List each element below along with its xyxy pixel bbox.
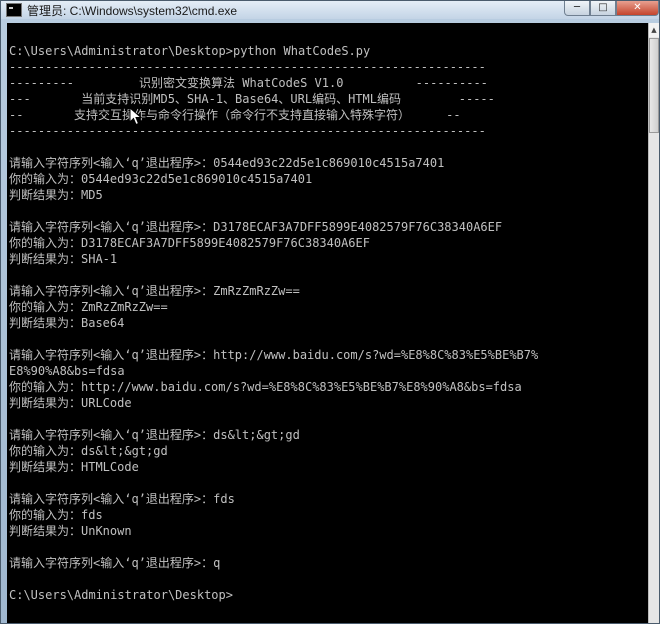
console-line: 判断结果为：HTMLCode: [9, 460, 139, 474]
mouse-cursor-icon: [129, 107, 143, 126]
console-line: E8%90%A8&bs=fdsa: [9, 364, 125, 378]
console-line: ----------------------------------------…: [9, 124, 486, 138]
maximize-button[interactable]: □: [590, 1, 616, 16]
console-output: C:\Users\Administrator\Desktop>python Wh…: [9, 43, 538, 603]
minimize-button[interactable]: ─: [564, 1, 590, 16]
console-line: -- 支持交互操作与命令行操作（命令行不支持直接输入特殊字符） --: [9, 108, 461, 122]
cmd-icon[interactable]: [6, 3, 22, 17]
console-line: 请输入字符序列<输入‘q’退出程序>：ds&lt;&gt;gd: [9, 428, 300, 442]
console-line: 请输入字符序列<输入‘q’退出程序>：fds: [9, 492, 235, 506]
console-line: 你的输入为：fds: [9, 508, 103, 522]
console-line: 你的输入为：http://www.baidu.com/s?wd=%E8%8C%8…: [9, 380, 522, 394]
console-line: 请输入字符序列<输入‘q’退出程序>：ZmRzZmRzZw==: [9, 284, 300, 298]
console-line: 判断结果为：Base64: [9, 316, 125, 330]
scroll-thumb[interactable]: [649, 38, 659, 133]
console-line: --- 当前支持识别MD5、SHA-1、Base64、URL编码、HTML编码 …: [9, 92, 495, 106]
close-button[interactable]: ✕: [616, 1, 659, 16]
console-line: ----------------------------------------…: [9, 60, 486, 74]
console-line: 请输入字符序列<输入‘q’退出程序>：D3178ECAF3A7DFF5899E4…: [9, 220, 503, 234]
console-line: C:\Users\Administrator\Desktop>: [9, 588, 233, 602]
console-area[interactable]: C:\Users\Administrator\Desktop>python Wh…: [7, 23, 648, 623]
console-line: 请输入字符序列<输入‘q’退出程序>：q: [9, 556, 221, 570]
scroll-up-arrow-icon[interactable]: ▲: [649, 23, 659, 37]
console-line: 判断结果为：URLCode: [9, 396, 132, 410]
console-line: --------- 识别密文变换算法 WhatCodeS V1.0 ------…: [9, 76, 488, 90]
console-line: 你的输入为：0544ed93c22d5e1c869010c4515a7401: [9, 172, 313, 186]
console-line: 你的输入为：D3178ECAF3A7DFF5899E4082579F76C383…: [9, 236, 370, 250]
console-line: 请输入字符序列<输入‘q’退出程序>：http://www.baidu.com/…: [9, 348, 539, 362]
console-line: 判断结果为：UnKnown: [9, 524, 132, 538]
vertical-scrollbar[interactable]: ▲: [648, 23, 659, 623]
console-line: C:\Users\Administrator\Desktop>python Wh…: [9, 44, 371, 58]
title-bar[interactable]: 管理员: C:\Windows\system32\cmd.exe: [1, 1, 659, 19]
console-line: 你的输入为：ds&lt;&gt;gd: [9, 444, 168, 458]
console-line: 判断结果为：MD5: [9, 188, 103, 202]
cmd-window: 管理员: C:\Windows\system32\cmd.exe ─ □ ✕ C…: [0, 0, 660, 624]
window-title: 管理员: C:\Windows\system32\cmd.exe: [27, 4, 238, 18]
console-line: 判断结果为：SHA-1: [9, 252, 118, 266]
console-line: 你的输入为：ZmRzZmRzZw==: [9, 300, 168, 314]
console-line: 请输入字符序列<输入‘q’退出程序>：0544ed93c22d5e1c86901…: [9, 156, 445, 170]
